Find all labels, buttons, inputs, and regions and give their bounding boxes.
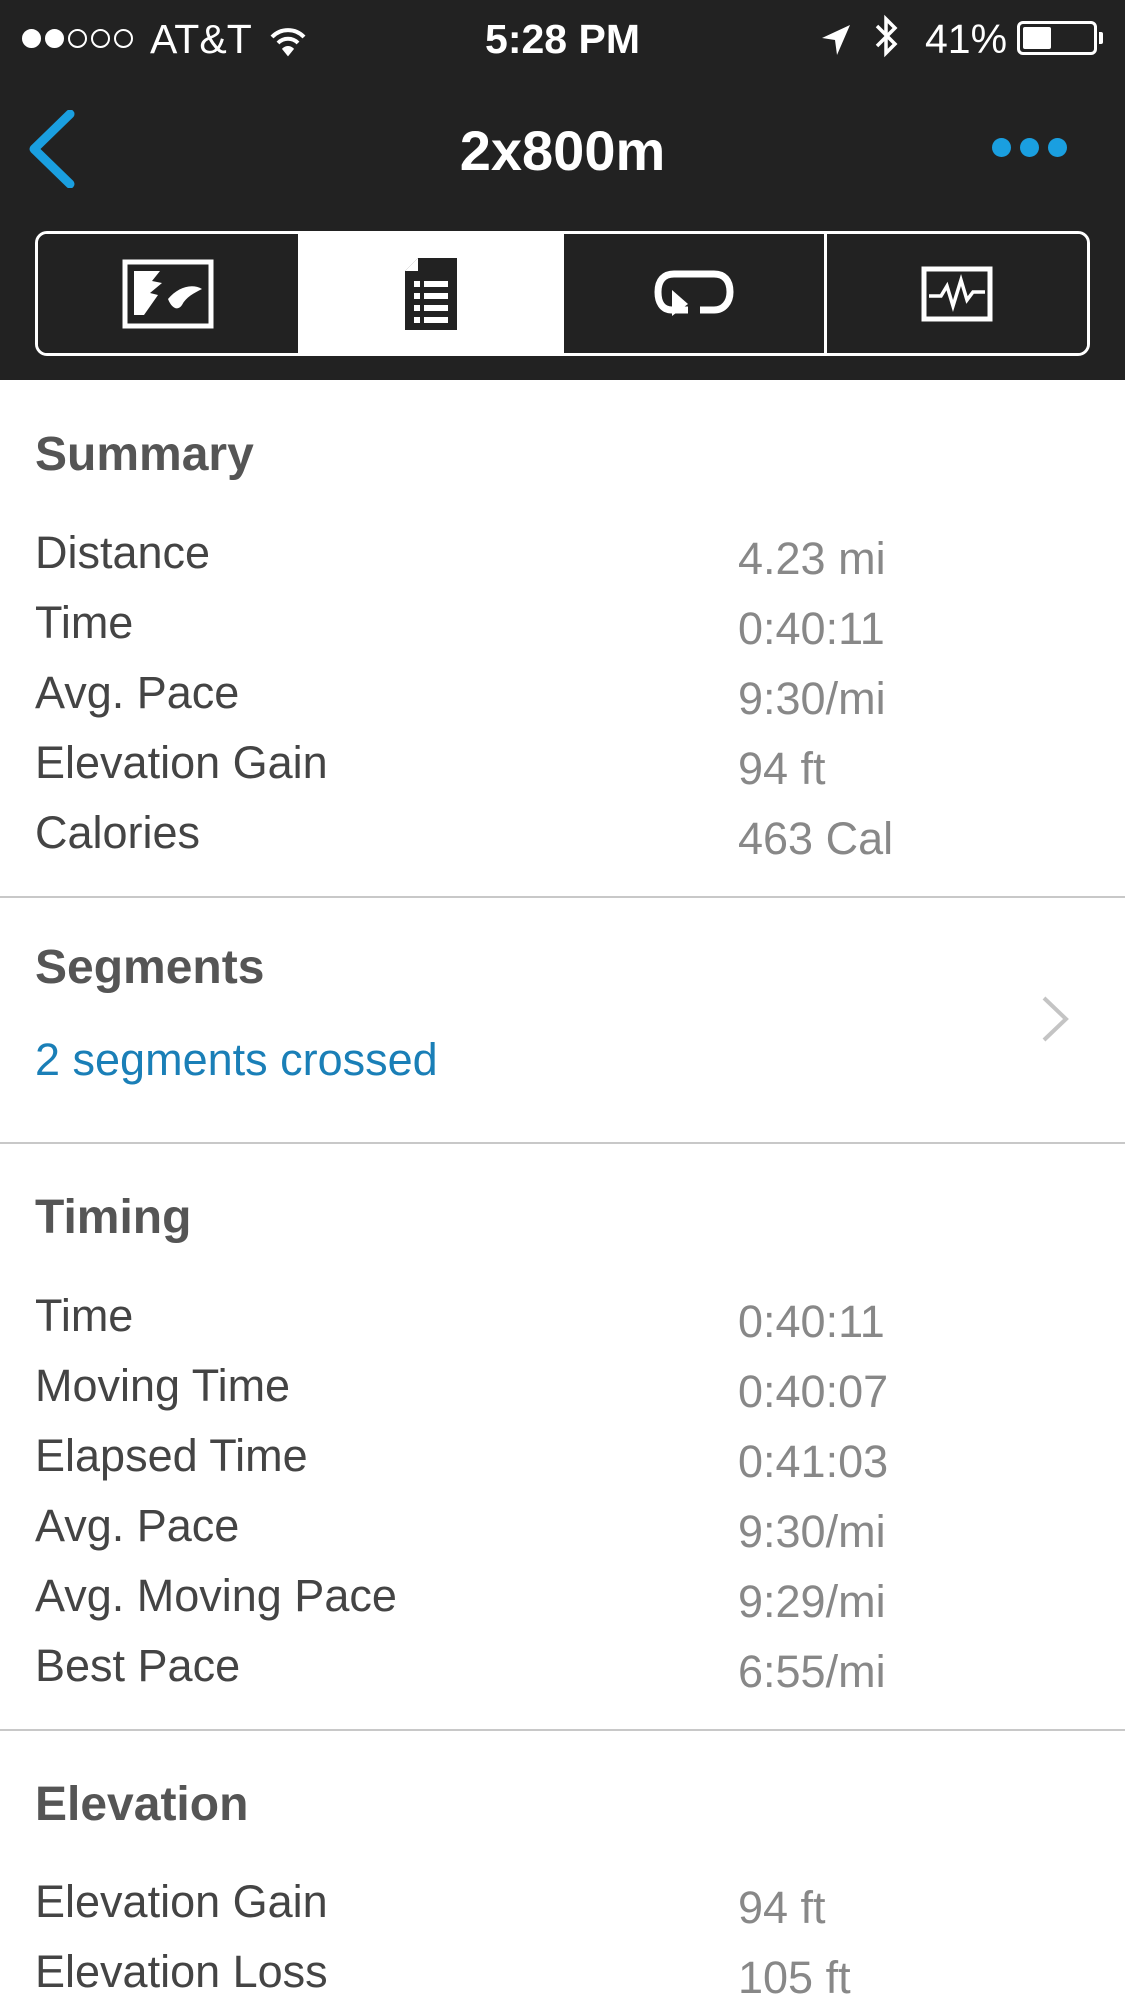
bluetooth-icon (873, 14, 901, 68)
elevation-label-loss: Elevation Loss (35, 1946, 328, 1997)
map-icon (122, 259, 214, 328)
summary-value-time: 0:40:11 (738, 603, 885, 654)
summary-label-avg-pace: Avg. Pace (35, 667, 240, 718)
summary-label-calories: Calories (35, 807, 201, 858)
summary-value-calories: 463 Cal (738, 813, 894, 864)
battery-icon (1017, 21, 1097, 55)
segments-crossed-link[interactable]: 2 segments crossed (35, 1034, 438, 1086)
elevation-heading: Elevation (35, 1778, 249, 1831)
divider (0, 1142, 1125, 1144)
battery-nub (1099, 32, 1103, 44)
location-arrow-icon (820, 20, 852, 67)
elevation-value-loss: 105 ft (738, 1952, 851, 2003)
summary-value-distance: 4.23 mi (738, 533, 886, 584)
tab-laps[interactable] (564, 234, 827, 353)
timing-label-avg-pace: Avg. Pace (35, 1500, 240, 1551)
tab-map[interactable] (38, 234, 301, 353)
timing-value-best-pace: 6:55/mi (738, 1646, 886, 1697)
tab-charts[interactable] (827, 234, 1087, 353)
tab-details[interactable] (301, 234, 564, 353)
laps-loop-icon (654, 270, 734, 316)
timing-value-avg-pace: 9:30/mi (738, 1506, 886, 1557)
chart-pulse-icon (921, 266, 993, 321)
elevation-value-gain: 94 ft (738, 1882, 826, 1933)
timing-label-time: Time (35, 1290, 134, 1341)
timing-value-time: 0:40:11 (738, 1296, 885, 1347)
summary-value-avg-pace: 9:30/mi (738, 673, 886, 724)
segments-heading: Segments (35, 941, 265, 994)
status-bar: AT&T 5:28 PM 41% (0, 0, 1125, 76)
summary-value-elevation-gain: 94 ft (738, 743, 826, 794)
view-tabs (35, 231, 1090, 356)
summary-label-distance: Distance (35, 527, 211, 578)
summary-heading: Summary (35, 428, 254, 481)
timing-label-best-pace: Best Pace (35, 1640, 241, 1691)
document-list-icon (405, 257, 457, 330)
chevron-right-icon (1040, 994, 1070, 1049)
divider (0, 1729, 1125, 1731)
more-options-icon[interactable] (992, 138, 1067, 157)
timing-label-elapsed-time: Elapsed Time (35, 1430, 308, 1481)
segments-row[interactable]: Segments 2 segments crossed (0, 898, 1125, 1144)
page-title: 2x800m (459, 119, 666, 182)
timing-label-avg-moving-pace: Avg. Moving Pace (35, 1570, 397, 1621)
battery-percentage: 41% (925, 16, 1008, 62)
timing-label-moving-time: Moving Time (35, 1360, 291, 1411)
timing-heading: Timing (35, 1191, 192, 1244)
timing-value-elapsed-time: 0:41:03 (738, 1436, 889, 1487)
timing-value-moving-time: 0:40:07 (738, 1366, 889, 1417)
battery-level-fill (1023, 27, 1051, 49)
timing-value-avg-moving-pace: 9:29/mi (738, 1576, 886, 1627)
summary-label-elevation-gain: Elevation Gain (35, 737, 328, 788)
elevation-label-gain: Elevation Gain (35, 1876, 328, 1927)
summary-label-time: Time (35, 597, 134, 648)
